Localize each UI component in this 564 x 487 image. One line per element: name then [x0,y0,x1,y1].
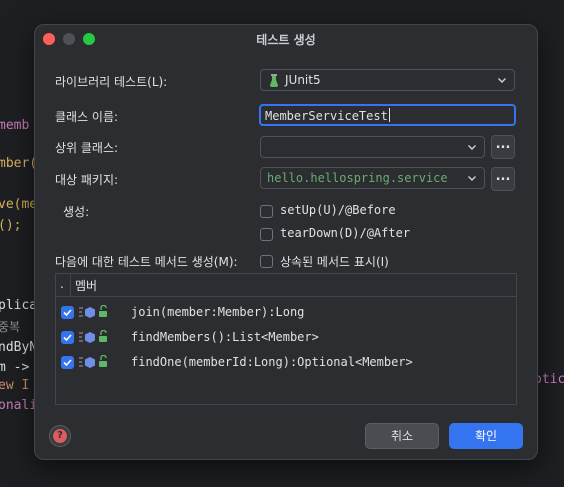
checkmark-icon [63,334,72,342]
title-bar[interactable]: 테스트 생성 [35,25,537,53]
teardown-label: tearDown(D)/@After [280,226,411,240]
superclass-label: 상위 클래스: [55,141,119,155]
generate-label: 생성: [63,205,90,219]
package-browse-button[interactable]: ... [491,167,515,191]
destination-package-value: hello.hellospring.service [267,171,448,185]
junit-icon [270,74,278,87]
member-signature: join(member:Member):Long [131,305,305,319]
testing-library-select[interactable]: JUnit5 [260,69,515,91]
testing-library-value: JUnit5 [285,73,321,87]
member-row[interactable]: join(member:Member):Long [56,300,516,325]
show-inherited-label: 상속된 메서드 표시(I) [280,255,389,269]
setup-checkbox[interactable] [260,205,273,218]
code-line: (); [0,218,22,233]
method-icon [79,332,95,343]
testing-library-label: 라이브러리 테스트(L): [55,75,168,89]
chevron-down-icon [468,176,476,181]
methods-label: 다음에 대한 테스트 메서드 생성(M): [55,255,238,269]
members-table-header: . 멤버 [56,274,516,297]
help-icon: ? [53,429,67,443]
superclass-browse-button[interactable]: ... [491,135,515,159]
show-inherited-checkbox[interactable] [260,255,273,268]
class-name-label: 클래스 이름: [55,110,119,124]
teardown-checkbox[interactable] [260,228,273,241]
members-table: . 멤버 join(member:Member):Long findMember… [55,273,517,405]
code-line-fragment: otic [534,372,564,387]
member-signature: findMembers():List<Member> [131,330,319,344]
checkmark-icon [63,309,72,317]
check-column-header[interactable]: . [60,277,64,291]
public-lock-icon [99,330,107,342]
member-checkbox[interactable] [61,356,74,369]
code-line: m -> [0,360,30,375]
setup-label: setUp(U)/@Before [280,203,396,217]
code-comment: 중복 [0,320,21,334]
member-row[interactable]: findMembers():List<Member> [56,325,516,350]
code-line: mber( [0,156,38,171]
column-divider [70,274,71,296]
help-button[interactable]: ? [49,425,71,447]
member-column-header[interactable]: 멤버 [75,277,97,294]
class-name-value: MemberServiceTest [265,108,390,123]
cancel-button[interactable]: 취소 [365,423,439,449]
code-line: memb [0,118,30,133]
destination-package-label: 대상 패키지: [55,173,119,187]
member-row[interactable]: findOne(memberId:Long):Optional<Member> [56,350,516,375]
ok-button[interactable]: 확인 [449,423,523,449]
superclass-combo[interactable] [260,136,485,158]
public-lock-icon [99,305,107,317]
chevron-down-icon [468,145,476,150]
code-line: onali [0,398,38,413]
chevron-down-icon [498,78,506,83]
method-icon [79,357,95,368]
code-line: ew I [0,378,30,393]
public-lock-icon [99,355,107,367]
code-line: plica [0,298,38,313]
destination-package-combo[interactable]: hello.hellospring.service [260,167,485,189]
member-signature: findOne(memberId:Long):Optional<Member> [131,355,413,369]
member-checkbox[interactable] [61,331,74,344]
method-icon [79,307,95,318]
member-checkbox[interactable] [61,306,74,319]
create-test-dialog: 테스트 생성 라이브러리 테스트(L): JUnit5 클래스 이름: Memb… [34,24,538,460]
class-name-input[interactable]: MemberServiceTest [259,104,516,126]
dialog-title: 테스트 생성 [256,33,316,47]
checkmark-icon [63,359,72,367]
code-line: ndByN [0,340,38,355]
